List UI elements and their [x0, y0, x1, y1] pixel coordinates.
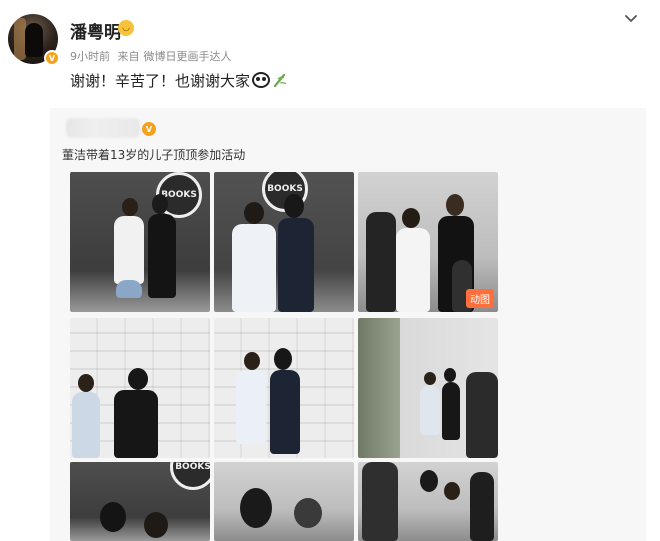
reposted-text: 董洁带着13岁的儿子顶顶参加活动 [62, 148, 246, 162]
woman-head [446, 194, 464, 216]
woman-head [444, 368, 456, 382]
photo-1[interactable]: BOOKS [70, 172, 210, 312]
boy-figure [232, 224, 276, 312]
boy-figure [114, 216, 144, 284]
photo-4[interactable] [70, 318, 210, 458]
verified-badge-icon: V [44, 50, 60, 66]
boy-head [244, 202, 264, 224]
photo-2[interactable]: BOOKS [214, 172, 354, 312]
weibo-post: V 潘粤明 ◡ 9小时前 来自 微博日更画手达人 谢谢！辛苦了！也谢谢大家 V 董… [0, 0, 660, 541]
boy-shorts [116, 280, 142, 298]
avatar-figure [25, 23, 43, 57]
chevron-down-icon[interactable] [622, 10, 640, 28]
woman-dress [270, 370, 300, 454]
woman-dress [278, 218, 314, 312]
woman-head [274, 348, 292, 370]
woman-head [240, 488, 272, 528]
post-source[interactable]: 微博日更画手达人 [144, 50, 232, 63]
post-meta: 9小时前 来自 微博日更画手达人 [70, 48, 236, 64]
man-suit [362, 462, 398, 541]
boy-head [144, 512, 168, 538]
photo-8[interactable] [214, 462, 354, 541]
bamboo-icon [273, 73, 287, 88]
author-name[interactable]: 潘粤明 [70, 18, 121, 43]
post-time[interactable]: 9小时前 [70, 50, 110, 63]
woman-dress [148, 214, 176, 298]
reposted-verified-icon: V [142, 122, 156, 136]
woman-head [420, 470, 438, 492]
bystander-figure [466, 372, 498, 458]
post-text: 谢谢！辛苦了！也谢谢大家 [70, 72, 251, 90]
woman-dress [442, 382, 460, 440]
smile-face-icon: ◡ [118, 20, 134, 36]
boy-head [78, 374, 94, 392]
boy-head [244, 352, 260, 370]
boy-figure [420, 385, 440, 435]
boy-head [444, 482, 460, 500]
photo-6[interactable] [358, 318, 498, 458]
source-prefix: 来自 [117, 50, 140, 63]
woman-dress [114, 390, 158, 458]
boy-head [294, 498, 322, 528]
store-logo: BOOKS [170, 462, 210, 490]
boy-head [424, 372, 436, 385]
woman-head [284, 194, 304, 218]
photo-7[interactable]: BOOKS [70, 462, 210, 541]
gif-badge: 动图 [466, 289, 494, 308]
reposted-card[interactable]: V 董洁带着13岁的儿子顶顶参加活动 BOOKS BOOKS 动图 BOOKS [50, 108, 646, 541]
boy-figure [396, 228, 430, 312]
photo-5[interactable] [214, 318, 354, 458]
boy-head [402, 208, 420, 228]
girl-figure [470, 472, 494, 541]
panda-icon [252, 72, 271, 88]
woman-head [128, 368, 148, 390]
woman-left [366, 212, 396, 312]
reposted-author-name-blurred[interactable] [66, 118, 140, 138]
photo-3[interactable]: 动图 [358, 172, 498, 312]
boy-figure [72, 392, 100, 458]
boy-figure [236, 370, 266, 444]
woman-head [100, 502, 126, 532]
photo-9[interactable] [358, 462, 498, 541]
boy-head [122, 198, 138, 216]
woman-head [152, 194, 168, 214]
post-body: 谢谢！辛苦了！也谢谢大家 [70, 70, 288, 91]
